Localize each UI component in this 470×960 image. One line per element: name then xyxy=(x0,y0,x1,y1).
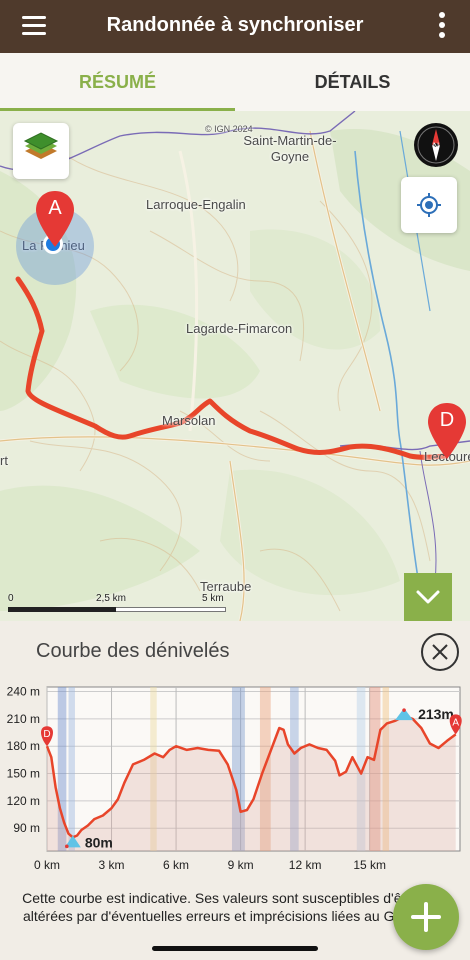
place-lagarde-fimarcon: Lagarde-Fimarcon xyxy=(186,321,293,336)
collapse-map-button[interactable] xyxy=(404,573,452,621)
y-tick-label: 240 m xyxy=(7,685,40,699)
compass-icon[interactable]: N xyxy=(414,123,458,167)
max-elevation-label: 213m xyxy=(418,706,454,722)
locate-button[interactable] xyxy=(401,177,457,233)
elevation-title: Courbe des dénivelés xyxy=(36,640,230,662)
slope-band xyxy=(68,687,75,851)
close-button[interactable] xyxy=(421,633,459,671)
y-tick-label: 180 m xyxy=(7,739,40,753)
svg-text:N: N xyxy=(433,141,440,151)
compass-needle-icon: N xyxy=(417,126,455,164)
x-tick-label: 3 km xyxy=(99,858,125,872)
y-tick-label: 90 m xyxy=(13,821,40,835)
locate-icon xyxy=(417,193,441,217)
scale-fill xyxy=(8,607,116,612)
scale-label-mid: 2,5 km xyxy=(96,593,127,604)
layers-button[interactable] xyxy=(13,123,69,179)
x-tick-label: 12 km xyxy=(289,858,322,872)
chart-start-pin-label: D xyxy=(43,729,50,740)
map-scale: 0 2,5 km 5 km xyxy=(8,593,226,621)
page-title: Randonnée à synchroniser xyxy=(106,14,364,36)
x-tick-label: 9 km xyxy=(228,858,254,872)
add-button[interactable] xyxy=(393,884,459,950)
tab-details[interactable]: DÉTAILS xyxy=(235,53,470,111)
chart-end-pin-label: A xyxy=(452,717,459,728)
place-saint-martin: Saint-Martin-de-Goyne xyxy=(243,133,337,164)
plus-icon xyxy=(411,902,441,932)
scale-label-max: 5 km xyxy=(202,593,224,604)
home-indicator xyxy=(152,946,318,951)
place-partial: rt xyxy=(0,453,8,468)
place-marsolan: Marsolan xyxy=(162,413,216,428)
x-tick-label: 15 km xyxy=(353,858,386,872)
place-larroque-engalin: Larroque-Engalin xyxy=(146,197,246,212)
tab-resume[interactable]: RÉSUMÉ xyxy=(0,53,235,111)
y-tick-label: 210 m xyxy=(7,712,40,726)
x-tick-label: 6 km xyxy=(163,858,189,872)
x-tick-label: 0 km xyxy=(34,858,60,872)
map-background xyxy=(0,111,470,621)
place-terraube: Terraube xyxy=(200,579,252,594)
start-marker-label: A xyxy=(48,197,62,219)
min-elevation-label: 80m xyxy=(85,834,113,850)
chevron-down-icon xyxy=(416,590,440,604)
end-marker[interactable]: D xyxy=(426,401,468,461)
y-tick-label: 120 m xyxy=(7,794,40,808)
y-tick-label: 150 m xyxy=(7,767,40,781)
kebab-icon[interactable] xyxy=(438,12,446,40)
map-view[interactable]: © IGN 2024 Saint-Martin-de-Goyne Larroqu… xyxy=(0,111,470,621)
end-marker-label: D xyxy=(439,409,455,431)
max-point xyxy=(402,708,406,712)
elevation-chart[interactable]: 90 m 120 m 150 m 180 m 210 m 240 m 0 km 3 km 6 … xyxy=(0,679,470,879)
tab-bar: RÉSUMÉ DÉTAILS xyxy=(0,53,470,111)
start-marker[interactable]: A xyxy=(34,189,76,249)
scale-label-0: 0 xyxy=(8,593,14,604)
min-point xyxy=(65,844,69,849)
close-icon xyxy=(432,644,448,660)
app-bar: Randonnée à synchroniser xyxy=(0,0,470,53)
layers-icon xyxy=(23,132,59,159)
elevation-disclaimer: Cette courbe est indicative. Ses valeurs… xyxy=(22,890,418,924)
